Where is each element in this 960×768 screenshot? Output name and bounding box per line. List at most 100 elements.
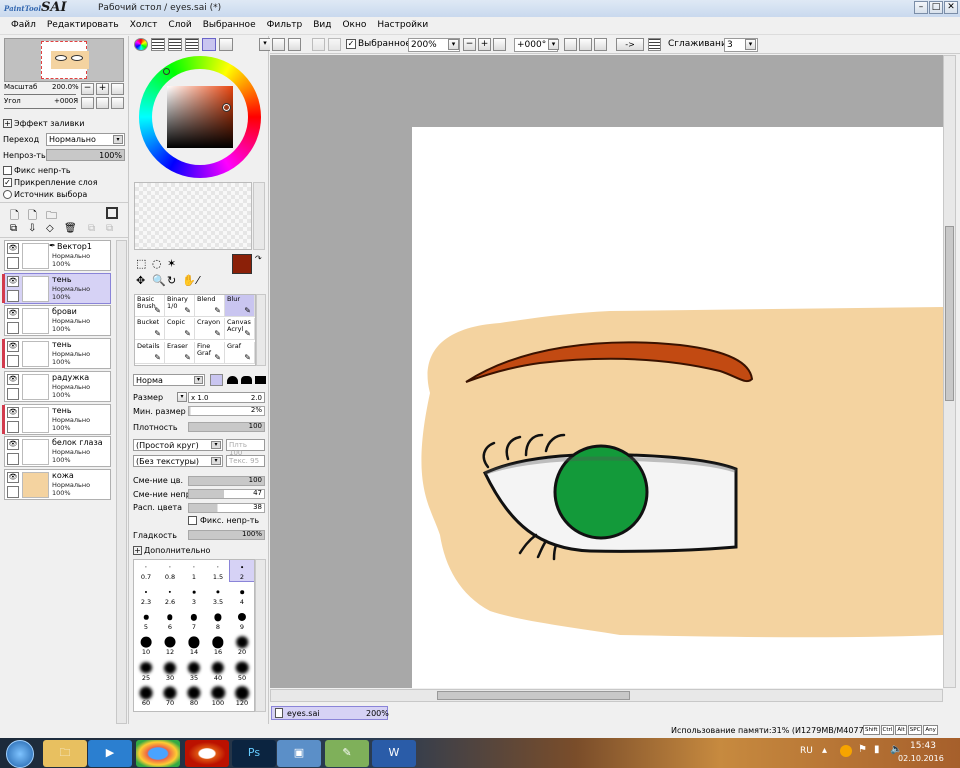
density-slider[interactable]: 100 [188, 422, 265, 432]
brush-size-cell[interactable]: 9 [230, 610, 254, 631]
layer-lock-checkbox[interactable] [7, 322, 19, 335]
layer-lock-checkbox[interactable] [7, 485, 19, 498]
clip-checkbox[interactable]: ✓ [3, 178, 12, 187]
clear-layer-icon[interactable]: ◇ [46, 223, 54, 234]
swatch-scrollbar[interactable] [253, 182, 265, 250]
layer-item[interactable]: 👁 белок глаза Нормально 100% [4, 436, 111, 468]
tool-basic-brush[interactable]: Basic Brush ✎ [135, 295, 165, 317]
primary-color[interactable] [232, 254, 252, 274]
visibility-eye-icon[interactable]: 👁 [7, 406, 19, 418]
layer-item[interactable]: 👁 брови Нормально 100% [4, 305, 111, 337]
undo-button[interactable] [272, 38, 285, 51]
brush-size-cell[interactable]: 30 [158, 661, 182, 682]
menu-item-4[interactable]: Выбранное [198, 17, 262, 34]
zoom-in-button[interactable]: + [96, 83, 109, 95]
menu-item-6[interactable]: Вид [308, 17, 337, 34]
tool-fine-graf[interactable]: Fine Graf ✎ [195, 341, 225, 364]
flip-button[interactable]: -> [616, 38, 644, 51]
tool-grid-scrollbar[interactable] [256, 294, 266, 366]
edge-flat-icon[interactable] [255, 376, 266, 384]
layer-lock-checkbox[interactable] [7, 453, 19, 466]
sai-task-icon[interactable]: ✎ [325, 740, 369, 767]
brush-size-cell[interactable]: 2.3 [134, 585, 158, 606]
angle-slider[interactable] [4, 106, 76, 109]
zoom-reset-button[interactable] [111, 83, 124, 95]
brush-size-cell[interactable]: 6 [158, 610, 182, 631]
brush-size-cell[interactable]: 4 [230, 585, 254, 606]
rotate-icon[interactable]: ↻ [167, 274, 176, 287]
menu-item-3[interactable]: Слой [163, 17, 197, 34]
canvas-vscrollbar[interactable] [943, 55, 956, 688]
layer-lock-checkbox[interactable] [7, 257, 19, 269]
tool-details[interactable]: Details ✎ [135, 341, 165, 364]
brush-size-cell[interactable]: 50 [230, 661, 254, 682]
maximize-button[interactable]: □ [929, 1, 943, 14]
menu-item-1[interactable]: Редактировать [42, 17, 125, 34]
start-button[interactable] [6, 740, 34, 768]
size-field[interactable]: x 1.0 2.0 [188, 392, 265, 403]
brush-size-cell[interactable]: 0.8 [158, 560, 182, 581]
layer-mask-icon[interactable] [106, 207, 118, 219]
color-wheel-tab-icon[interactable] [134, 38, 148, 51]
shape-strength[interactable]: Плть 100 [226, 439, 265, 457]
visibility-eye-icon[interactable]: 👁 [7, 373, 19, 385]
photoshop-task-icon[interactable]: Ps [232, 740, 276, 767]
tool-bucket[interactable]: Bucket ✎ [135, 318, 165, 341]
screenshot-task-icon[interactable]: ▣ [277, 740, 321, 767]
brush-size-cell[interactable]: 70 [158, 686, 182, 707]
delete-layer-icon[interactable]: 🗑 [64, 223, 77, 234]
tray-arrow-icon[interactable]: ▴ [822, 745, 827, 756]
dilution-slider[interactable]: 47 [188, 489, 265, 499]
brush-size-cell[interactable]: 5 [134, 610, 158, 631]
brush-size-cell[interactable]: 3.5 [206, 585, 230, 606]
menu-item-2[interactable]: Холст [125, 17, 164, 34]
clock-time[interactable]: 15:43 [910, 741, 936, 751]
brush-size-cell[interactable]: 16 [206, 635, 230, 656]
brush-size-cell[interactable]: 8 [206, 610, 230, 631]
color-wheel[interactable] [139, 56, 261, 178]
chrome-task-icon[interactable] [136, 740, 180, 767]
edge-soft-icon[interactable] [227, 376, 238, 384]
selection-visible-checkbox[interactable]: ✓ [346, 39, 356, 49]
layer-item[interactable]: 👁 тень Нормально 100% [2, 338, 111, 370]
tool-graf[interactable]: Graf ✎ [225, 341, 255, 364]
brush-size-cell[interactable]: 100 [206, 686, 230, 707]
layer-lock-checkbox[interactable] [7, 420, 19, 433]
merge-down-icon[interactable]: ⇩ [28, 223, 36, 234]
minimize-button[interactable]: – [914, 1, 928, 14]
smoothing-dropdown-icon[interactable]: ▾ [745, 39, 756, 50]
invert-selection-button[interactable] [328, 38, 341, 51]
opera-task-icon[interactable] [185, 740, 229, 767]
layer-list-scrollbar[interactable] [116, 240, 127, 724]
persistence-slider[interactable]: 38 [188, 503, 265, 513]
canvas-hscrollbar[interactable] [270, 689, 943, 702]
angle-dropdown-icon[interactable]: ▾ [548, 39, 559, 50]
menu-item-0[interactable]: Файл [6, 17, 42, 34]
word-task-icon[interactable]: W [372, 740, 416, 767]
visibility-eye-icon[interactable]: 👁 [7, 341, 19, 353]
swap-colors-icon[interactable]: ↷ [255, 254, 262, 263]
zoom-icon[interactable]: 🔍 [152, 274, 166, 287]
size-mult-icon[interactable]: ▾ [177, 392, 187, 402]
menu-item-5[interactable]: Фильтр [262, 17, 309, 34]
smooth-slider[interactable]: 100% [188, 530, 265, 540]
close-button[interactable]: ✕ [944, 1, 958, 14]
language-indicator[interactable]: RU [800, 746, 813, 756]
clock-date[interactable]: 02.10.2016 [898, 754, 944, 763]
layer-item[interactable]: 👁 радужка Нормально 100% [4, 370, 111, 402]
saturation-value-square[interactable] [167, 86, 233, 148]
brush-size-cell[interactable]: 40 [206, 661, 230, 682]
zoom-out-button[interactable]: − [81, 83, 94, 95]
layer-lock-checkbox[interactable] [7, 387, 19, 400]
paste-icon[interactable]: ⧉ [106, 223, 113, 234]
media-task-icon[interactable]: ▶ [88, 740, 132, 767]
swatches-tab-icon[interactable] [202, 38, 216, 51]
scratchpad-tab-icon[interactable] [219, 38, 233, 51]
visibility-eye-icon[interactable]: 👁 [7, 471, 19, 483]
marquee-icon[interactable]: ⬚ [136, 257, 146, 270]
hue-cursor[interactable] [163, 68, 170, 75]
visibility-eye-icon[interactable]: 👁 [7, 243, 19, 254]
hand-icon[interactable]: ✋ [182, 274, 196, 287]
rotate-left-button[interactable] [81, 97, 94, 109]
hsv-sliders-tab-icon[interactable] [168, 38, 182, 51]
